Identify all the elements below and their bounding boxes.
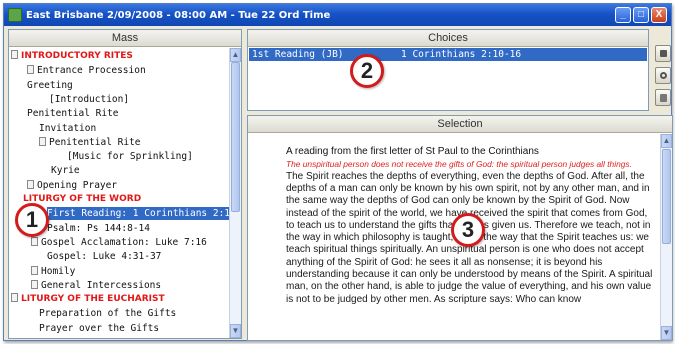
tree-item-label: Invitation	[39, 122, 97, 134]
scroll-thumb[interactable]	[662, 149, 671, 244]
tree-item[interactable]: Opening Prayer	[27, 179, 117, 192]
tree-item-label: [Music for Sprinkling]	[67, 151, 193, 163]
tree-item[interactable]: [Introduction]	[49, 93, 129, 106]
scroll-thumb[interactable]	[231, 62, 240, 212]
tree-item-label: INTRODUCTORY RITES	[21, 51, 133, 61]
title-bar[interactable]: East Brisbane 2/09/2008 - 08:00 AM - Tue…	[4, 4, 671, 26]
reading-summary: The unspiritual person does not receive …	[286, 159, 632, 170]
choices-header: Choices	[248, 30, 648, 47]
tree-section[interactable]: INTRODUCTORY RITES	[11, 50, 133, 63]
tree-item[interactable]: Gospel: Luke 4:31-37	[47, 250, 161, 263]
choice-toolbar	[653, 29, 673, 111]
app-window: East Brisbane 2/09/2008 - 08:00 AM - Tue…	[3, 3, 673, 341]
mass-scrollbar[interactable]: ▲ ▼	[229, 48, 241, 338]
tree-item-label: LITURGY OF THE EUCHARIST	[21, 294, 165, 305]
tree-item-label: Gospel: Luke 4:31-37	[47, 251, 162, 263]
tree-item-label: LITURGY OF THE WORD	[23, 194, 142, 204]
tree-item-label: Greeting	[27, 79, 73, 91]
tree-item[interactable]: Homily	[31, 265, 75, 278]
choice-row[interactable]: 1st Reading (JB) 1 Corinthians 2:10-16	[249, 48, 647, 61]
selection-scrollbar[interactable]: ▲ ▼	[660, 134, 672, 340]
tree-item-label: [Introduction]	[49, 93, 130, 105]
tree-item[interactable]: Preparation of the Gifts	[39, 307, 176, 320]
tree-section[interactable]: LITURGY OF THE EUCHARIST	[11, 293, 165, 306]
tree-item[interactable]: Invitation	[39, 122, 96, 135]
app-icon	[8, 8, 22, 22]
tree-item-label: Kyrie	[51, 165, 80, 177]
callout-3: 3	[451, 213, 485, 247]
tree-item-label: Prayer over the Gifts	[39, 322, 160, 334]
callout-2: 2	[350, 54, 384, 88]
refresh-icon[interactable]	[655, 67, 671, 84]
tree-item[interactable]: Prayer over the Gifts	[39, 322, 159, 335]
choice-reading: 1st Reading (JB)	[252, 49, 344, 60]
scroll-down-arrow-icon[interactable]: ▼	[230, 324, 241, 338]
tree-item[interactable]: Greeting	[27, 79, 73, 92]
stop-icon[interactable]	[655, 45, 671, 62]
tree-item-label: Psalm: Ps 144:8-14	[47, 222, 150, 234]
tree-node-icon	[31, 265, 38, 275]
scroll-down-arrow-icon[interactable]: ▼	[661, 326, 672, 340]
scroll-up-arrow-icon[interactable]: ▲	[230, 48, 241, 62]
tree-item-label: Penitential Rite	[27, 108, 119, 120]
tree-item-label: Entrance Procession	[37, 65, 146, 77]
tree-node-icon	[27, 179, 34, 189]
tree-node-icon	[31, 279, 38, 289]
tree-item[interactable]: First Reading: 1 Corinthians 2:1	[47, 207, 231, 221]
mass-pane: Mass INTRODUCTORY RITES Entrance Processi…	[8, 29, 242, 339]
tree-node-icon	[31, 236, 38, 246]
tree-item[interactable]: [Music for Sprinkling]	[67, 150, 193, 163]
tree-node-icon	[11, 50, 18, 59]
tree-node-icon	[39, 136, 46, 146]
mass-tree: INTRODUCTORY RITES Entrance Procession Gre…	[9, 48, 231, 338]
tree-item[interactable]: Psalm: Ps 144:8-14	[47, 222, 150, 235]
choices-pane: Choices 1st Reading (JB) 1 Corinthians 2…	[247, 29, 649, 111]
tree-item-label: Opening Prayer	[37, 179, 118, 191]
mass-header: Mass	[9, 30, 241, 47]
tree-node-icon	[11, 293, 18, 303]
tree-item-label: First Reading: 1 Corinthians 2:1	[47, 208, 231, 220]
tree-item-label: Preparation of the Gifts	[39, 308, 177, 320]
tree-item-label: General Intercessions	[41, 279, 162, 291]
window-title: East Brisbane 2/09/2008 - 08:00 AM - Tue…	[26, 9, 331, 21]
scroll-up-arrow-icon[interactable]: ▲	[661, 134, 672, 148]
tree-section[interactable]: LITURGY OF THE WORD	[23, 193, 141, 206]
reading-heading: A reading from the first letter of St Pa…	[286, 146, 539, 157]
selection-header: Selection	[248, 116, 672, 133]
tree-item-label: Homily	[41, 265, 76, 277]
tree-item[interactable]: Penitential Rite	[27, 107, 119, 120]
callout-1: 1	[15, 203, 49, 237]
tree-item-label: Penitential Rite	[49, 136, 141, 148]
document-icon[interactable]	[655, 89, 671, 106]
tree-item[interactable]: General Intercessions	[31, 279, 161, 292]
minimize-button[interactable]: _	[615, 7, 631, 23]
tree-item-label: Gospel Acclamation: Luke 7:16	[41, 236, 207, 248]
tree-item[interactable]: Kyrie	[51, 164, 80, 177]
tree-item[interactable]: Entrance Procession	[27, 64, 146, 77]
choice-reference: 1 Corinthians 2:10-16	[401, 49, 522, 60]
tree-item[interactable]: Penitential Rite	[39, 136, 141, 149]
tree-node-icon	[27, 65, 34, 75]
tree-item[interactable]: Gospel Acclamation: Luke 7:16	[31, 236, 207, 249]
close-button[interactable]: X	[651, 7, 667, 23]
maximize-button[interactable]: □	[633, 7, 649, 23]
